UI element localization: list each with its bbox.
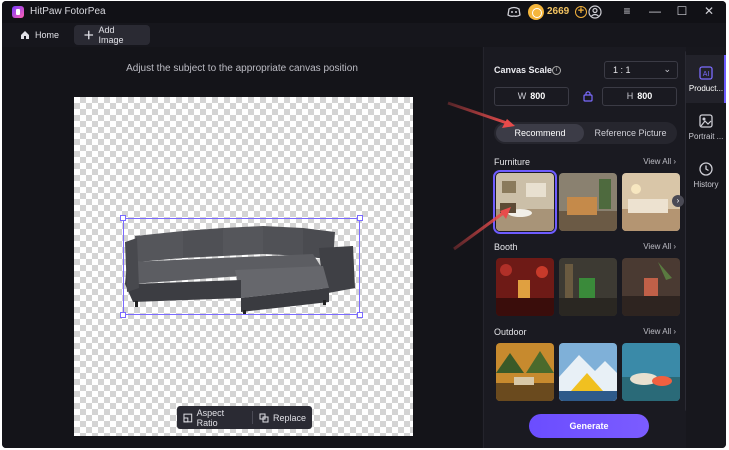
view-all-outdoor-link[interactable]: View All › <box>643 327 676 336</box>
replace-icon <box>259 413 269 422</box>
template-outdoor-2[interactable] <box>559 343 617 401</box>
canvas-hint: Adjust the subject to the appropriate ca… <box>126 63 358 74</box>
account-icon[interactable] <box>587 4 603 20</box>
section-outdoor-title: Outdoor <box>494 327 527 337</box>
section-booth-title: Booth <box>494 242 518 252</box>
app-window: HitPaw FotorPea 2669 + ≡ — ☐ ✕ Home Add … <box>2 1 726 448</box>
canvas-area: Adjust the subject to the appropriate ca… <box>2 47 482 448</box>
discord-icon[interactable] <box>506 4 522 20</box>
template-outdoor-1[interactable] <box>496 343 554 401</box>
tab-add-image-label: Add Image <box>98 25 124 45</box>
nav-product[interactable]: AI Product... <box>686 55 726 103</box>
menu-icon[interactable]: ≡ <box>619 4 635 18</box>
aspect-ratio-button[interactable]: Aspect Ratio <box>177 406 252 429</box>
resize-handle-tl[interactable] <box>120 215 126 221</box>
title-bar: HitPaw FotorPea 2669 + ≡ — ☐ ✕ <box>2 1 726 23</box>
mode-segmented-control: Recommend Reference Picture <box>494 122 677 144</box>
template-booth-1[interactable] <box>496 258 554 316</box>
app-logo <box>12 6 24 18</box>
nav-portrait[interactable]: Portrait ... <box>686 111 726 151</box>
lock-icon[interactable] <box>581 89 595 103</box>
ai-icon: AI <box>699 66 713 80</box>
view-all-furniture-link[interactable]: View All › <box>643 157 676 166</box>
height-field[interactable]: H 800 <box>602 87 677 106</box>
canvas-scale-label: Canvas Scale <box>494 65 553 75</box>
credits-count: 2669 <box>547 6 570 17</box>
tab-home-label: Home <box>35 30 60 40</box>
home-icon <box>21 31 29 39</box>
replace-button[interactable]: Replace <box>253 406 312 429</box>
selection-box[interactable] <box>123 218 360 315</box>
width-value: 800 <box>530 91 546 101</box>
tab-reference-picture[interactable]: Reference Picture <box>586 124 675 142</box>
view-all-booth-link[interactable]: View All › <box>643 242 676 251</box>
resize-handle-tr[interactable] <box>357 215 363 221</box>
replace-label: Replace <box>272 412 306 423</box>
nav-product-label: Product... <box>688 84 724 93</box>
aspect-ratio-icon <box>183 413 193 422</box>
chevron-down-icon: ⌄ <box>663 64 671 74</box>
tab-home[interactable]: Home <box>10 25 69 45</box>
ratio-value: 1 : 1 <box>613 65 631 75</box>
portrait-icon <box>699 114 713 128</box>
height-prefix: H <box>626 91 634 101</box>
info-icon[interactable]: i <box>552 66 561 75</box>
tab-recommend[interactable]: Recommend <box>496 124 584 142</box>
section-furniture-title: Furniture <box>494 157 531 167</box>
template-furniture-2[interactable] <box>559 173 617 231</box>
credits-coin-icon <box>528 4 544 20</box>
canvas-toolbar: Aspect Ratio Replace <box>177 406 312 429</box>
resize-handle-bl[interactable] <box>120 312 126 318</box>
plus-icon <box>84 30 94 40</box>
chevron-right-icon[interactable]: › <box>672 195 684 207</box>
ratio-select[interactable]: 1 : 1 ⌄ <box>604 61 678 79</box>
nav-history-label: History <box>693 180 719 189</box>
app-title: HitPaw FotorPea <box>30 6 106 17</box>
clock-icon <box>699 162 713 176</box>
side-nav: AI Product... Portrait ... History <box>686 47 726 448</box>
resize-handle-br[interactable] <box>357 312 363 318</box>
template-booth-3[interactable] <box>622 258 680 316</box>
close-button[interactable]: ✕ <box>701 4 717 18</box>
template-booth-2[interactable] <box>559 258 617 316</box>
transparent-canvas[interactable]: Aspect Ratio Replace <box>74 97 413 436</box>
width-field[interactable]: W 800 <box>494 87 569 106</box>
width-prefix: W <box>517 91 527 101</box>
height-value: 800 <box>637 91 653 101</box>
minimize-button[interactable]: — <box>647 4 663 18</box>
settings-panel: Canvas Scale i 1 : 1 ⌄ W 800 H 800 Recomme… <box>483 47 686 448</box>
svg-text:AI: AI <box>703 71 710 78</box>
maximize-button[interactable]: ☐ <box>674 4 690 18</box>
tab-add-image[interactable]: Add Image <box>74 25 150 45</box>
nav-portrait-label: Portrait ... <box>688 132 724 141</box>
template-outdoor-3[interactable] <box>622 343 680 401</box>
aspect-ratio-label: Aspect Ratio <box>196 407 225 428</box>
template-furniture-1[interactable] <box>493 170 557 234</box>
nav-history[interactable]: History <box>686 159 726 199</box>
buy-credits-button[interactable]: + <box>575 6 587 18</box>
tab-bar: Home Add Image <box>2 23 726 47</box>
generate-button[interactable]: Generate <box>529 414 649 438</box>
